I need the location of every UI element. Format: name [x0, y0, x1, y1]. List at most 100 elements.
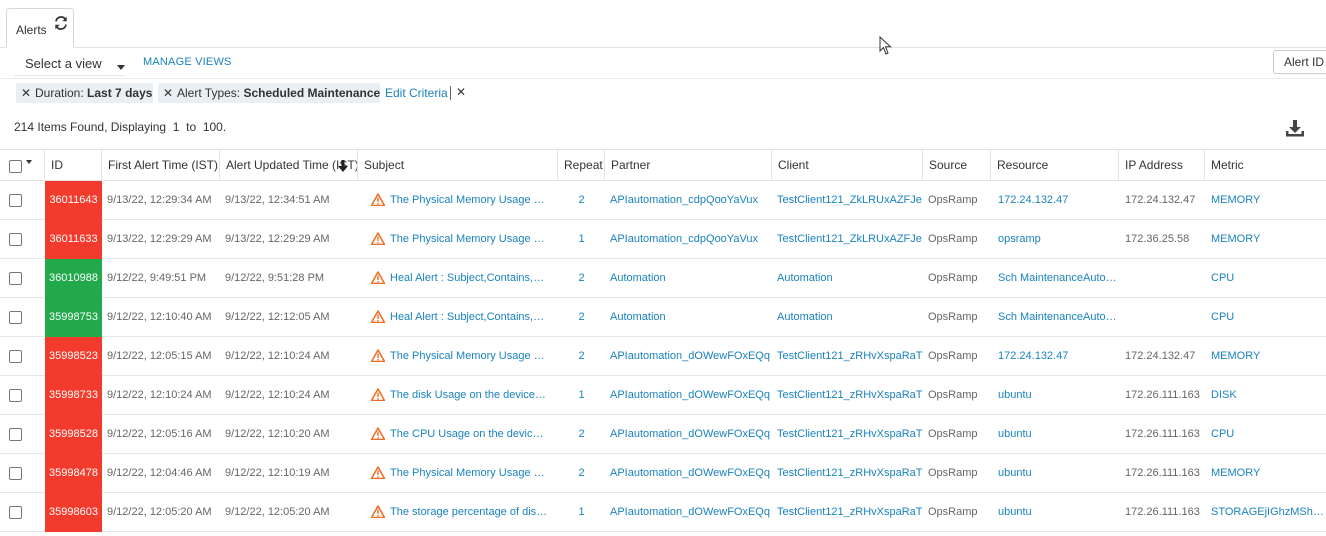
partner-link[interactable]: APIautomation_dOWewFOxEQq — [605, 376, 772, 414]
table-row[interactable]: 35998733 9/12/22, 12:10:24 AM 9/12/22, 12:… — [0, 376, 1326, 415]
alert-id-cell[interactable]: 35998528 — [45, 415, 102, 454]
alert-id-cell[interactable]: 35998603 — [45, 493, 102, 532]
client-link[interactable]: TestClient121_ZkLRUxAZFJe — [772, 181, 923, 219]
row-checkbox[interactable] — [9, 194, 22, 207]
row-checkbox[interactable] — [9, 389, 22, 402]
partner-link[interactable]: APIautomation_dOWewFOxEQq — [605, 415, 772, 453]
alert-id-cell[interactable]: 35998753 — [45, 298, 102, 337]
resource-link[interactable]: ubuntu — [993, 454, 1117, 492]
resource-link[interactable]: ubuntu — [993, 376, 1117, 414]
row-checkbox[interactable] — [9, 272, 22, 285]
partner-link[interactable]: Automation — [605, 298, 772, 336]
client-link[interactable]: Automation — [772, 298, 923, 336]
repeat-count[interactable]: 2 — [558, 337, 605, 375]
table-row[interactable]: 35998603 9/12/22, 12:05:20 AM 9/12/22, 12:… — [0, 493, 1326, 532]
metric-link[interactable]: CPU — [1206, 298, 1326, 336]
edit-criteria-link[interactable]: Edit Criteria — [385, 86, 448, 100]
subject-link[interactable]: Heal Alert : Subject,Contains,Scheduled — [390, 259, 548, 297]
filter-chip-alert-types[interactable]: ✕ Alert Types: Scheduled Maintenance — [158, 83, 380, 103]
alert-id-cell[interactable]: 35998733 — [45, 376, 102, 415]
repeat-count[interactable]: 2 — [558, 259, 605, 297]
client-link[interactable]: TestClient121_ZkLRUxAZFJe — [772, 220, 923, 258]
subject-link[interactable]: The storage percentage of disk is high — [390, 493, 548, 531]
metric-link[interactable]: DISK — [1206, 376, 1326, 414]
header-partner[interactable]: Partner — [605, 150, 772, 181]
metric-link[interactable]: CPU — [1206, 259, 1326, 297]
clear-filters-icon[interactable]: ✕ — [456, 85, 466, 99]
table-row[interactable]: 36011643 9/13/22, 12:29:34 AM 9/13/22, 12:… — [0, 181, 1326, 220]
partner-link[interactable]: Automation — [605, 259, 772, 297]
table-row[interactable]: 35998528 9/12/22, 12:05:16 AM 9/12/22, 12:… — [0, 415, 1326, 454]
table-row[interactable]: 36011633 9/13/22, 12:29:29 AM 9/13/22, 12:… — [0, 220, 1326, 259]
header-client[interactable]: Client — [772, 150, 923, 181]
alert-id-cell[interactable]: 36011643 — [45, 181, 102, 220]
client-link[interactable]: TestClient121_zRHvXspaRaT — [772, 415, 923, 453]
metric-link[interactable]: MEMORY — [1206, 337, 1326, 375]
table-row[interactable]: 35998753 9/12/22, 12:10:40 AM 9/12/22, 12:… — [0, 298, 1326, 337]
download-icon[interactable] — [1285, 119, 1305, 137]
select-all-checkbox[interactable] — [9, 160, 22, 173]
resource-link[interactable]: ubuntu — [993, 493, 1117, 531]
subject-link[interactable]: Heal Alert : Subject,Contains,Scheduled — [390, 298, 548, 336]
client-link[interactable]: TestClient121_zRHvXspaRaT — [772, 376, 923, 414]
alert-id-cell[interactable]: 35998523 — [45, 337, 102, 376]
table-row[interactable]: 36010988 9/12/22, 9:49:51 PM 9/12/22, 9:51… — [0, 259, 1326, 298]
header-select-all[interactable] — [0, 150, 45, 181]
alert-id-cell[interactable]: 35998478 — [45, 454, 102, 493]
client-link[interactable]: TestClient121_zRHvXspaRaT — [772, 454, 923, 492]
metric-link[interactable]: CPU — [1206, 415, 1326, 453]
subject-link[interactable]: The CPU Usage on the device is high — [390, 415, 548, 453]
tab-alerts[interactable]: Alerts — [6, 8, 74, 48]
partner-link[interactable]: APIautomation_dOWewFOxEQq — [605, 493, 772, 531]
client-link[interactable]: Automation — [772, 259, 923, 297]
metric-link[interactable]: STORAGEjIGhzMShAnd — [1206, 493, 1326, 531]
metric-link[interactable]: MEMORY — [1206, 220, 1326, 258]
header-resource[interactable]: Resource — [991, 150, 1119, 181]
header-id[interactable]: ID — [45, 150, 102, 181]
resource-link[interactable]: Sch MaintenanceAutomation — [993, 298, 1117, 336]
repeat-count[interactable]: 2 — [558, 415, 605, 453]
table-row[interactable]: 35998478 9/12/22, 12:04:46 AM 9/12/22, 12:… — [0, 454, 1326, 493]
repeat-count[interactable]: 1 — [558, 220, 605, 258]
row-checkbox[interactable] — [9, 350, 22, 363]
resource-link[interactable]: ubuntu — [993, 415, 1117, 453]
refresh-icon[interactable] — [54, 16, 68, 30]
view-select[interactable]: Select a view — [14, 52, 125, 76]
table-row[interactable]: 35998523 9/12/22, 12:05:15 AM 9/12/22, 12:… — [0, 337, 1326, 376]
repeat-count[interactable]: 1 — [558, 493, 605, 531]
metric-link[interactable]: MEMORY — [1206, 181, 1326, 219]
remove-filter-icon[interactable]: ✕ — [163, 83, 173, 103]
header-metric[interactable]: Metric — [1205, 150, 1326, 181]
header-first-alert-time[interactable]: First Alert Time (IST) — [102, 150, 220, 181]
alert-id-cell[interactable]: 36010988 — [45, 259, 102, 298]
header-subject[interactable]: Subject — [358, 150, 558, 181]
partner-link[interactable]: APIautomation_dOWewFOxEQq — [605, 337, 772, 375]
subject-link[interactable]: The disk Usage on the device is high — [390, 376, 548, 414]
header-alert-updated-time[interactable]: Alert Updated Time (IST) — [220, 150, 358, 181]
row-checkbox[interactable] — [9, 311, 22, 324]
alert-id-button[interactable]: Alert ID — [1273, 50, 1326, 74]
subject-link[interactable]: The Physical Memory Usage on the device — [390, 220, 548, 258]
header-ip-address[interactable]: IP Address — [1119, 150, 1205, 181]
partner-link[interactable]: APIautomation_dOWewFOxEQq — [605, 454, 772, 492]
client-link[interactable]: TestClient121_zRHvXspaRaT — [772, 337, 923, 375]
filter-chip-duration[interactable]: ✕ Duration: Last 7 days — [16, 83, 153, 103]
row-checkbox[interactable] — [9, 506, 22, 519]
subject-link[interactable]: The Physical Memory Usage on the device — [390, 181, 548, 219]
header-repeat[interactable]: Repeat — [558, 150, 605, 181]
row-checkbox[interactable] — [9, 467, 22, 480]
partner-link[interactable]: APIautomation_cdpQooYaVux — [605, 181, 772, 219]
resource-link[interactable]: opsramp — [993, 220, 1117, 258]
repeat-count[interactable]: 1 — [558, 376, 605, 414]
subject-link[interactable]: The Physical Memory Usage on the device — [390, 337, 548, 375]
row-checkbox[interactable] — [9, 428, 22, 441]
metric-link[interactable]: MEMORY — [1206, 454, 1326, 492]
alert-id-cell[interactable]: 36011633 — [45, 220, 102, 259]
row-checkbox[interactable] — [9, 233, 22, 246]
resource-link[interactable]: 172.24.132.47 — [993, 337, 1117, 375]
repeat-count[interactable]: 2 — [558, 454, 605, 492]
sort-down-icon[interactable] — [338, 160, 348, 172]
resource-link[interactable]: Sch MaintenanceAutomation — [993, 259, 1117, 297]
repeat-count[interactable]: 2 — [558, 298, 605, 336]
resource-link[interactable]: 172.24.132.47 — [993, 181, 1117, 219]
